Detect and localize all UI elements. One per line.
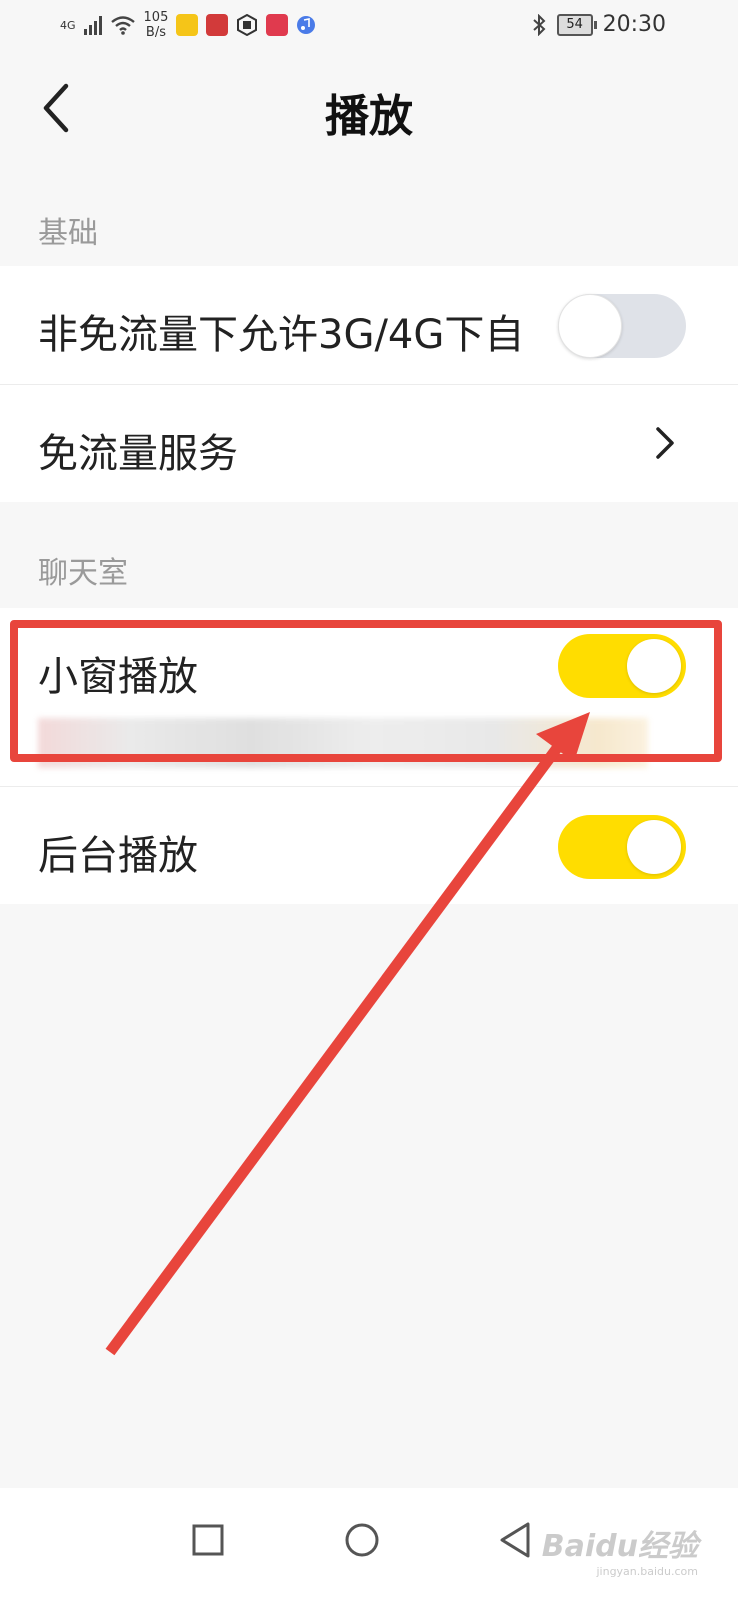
recent-apps-icon[interactable] [178, 1510, 238, 1570]
watermark-site: jingyan.baidu.com [596, 1565, 698, 1578]
system-nav-bar: Baidu经验 jingyan.baidu.com [0, 1488, 738, 1600]
watermark: Baidu经验 jingyan.baidu.com [542, 1521, 698, 1578]
home-icon[interactable] [332, 1510, 392, 1570]
watermark-brand: Baidu经验 [541, 1529, 698, 1564]
annotation-arrow-icon [105, 712, 590, 1356]
back-nav-icon[interactable] [486, 1510, 546, 1570]
